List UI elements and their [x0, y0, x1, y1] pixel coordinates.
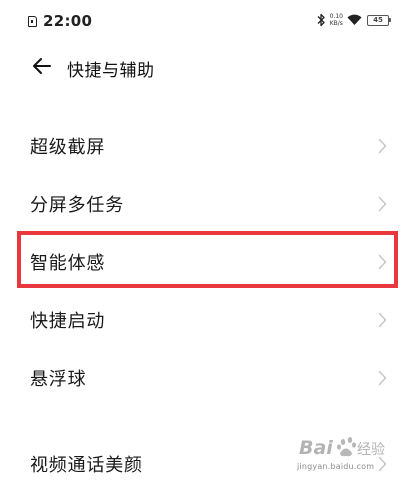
- chevron-right-icon: [378, 312, 387, 328]
- status-right: 0.10 KB/s 45: [316, 13, 391, 27]
- chevron-right-icon: [378, 138, 387, 154]
- list-item-smart-motion[interactable]: 智能体感: [0, 236, 415, 288]
- list-item-floating-ball[interactable]: 悬浮球: [0, 352, 415, 404]
- status-time: 22:00: [43, 12, 93, 30]
- status-left: 22:00: [28, 12, 92, 30]
- list-item-label: 视频通话美颜: [30, 455, 143, 476]
- list-item-quick-launch[interactable]: 快捷启动: [0, 294, 415, 346]
- page-title: 快捷与辅助: [67, 61, 155, 81]
- sim-card-icon: [28, 15, 37, 27]
- network-speed-unit: KB/s: [329, 20, 343, 27]
- chevron-right-icon: [378, 456, 387, 472]
- network-speed-value: 0.10: [329, 13, 343, 20]
- list-item-super-screenshot[interactable]: 超级截屏: [0, 120, 415, 172]
- status-bar: 22:00 0.10 KB/s 45: [0, 0, 415, 44]
- network-speed: 0.10 KB/s: [330, 13, 343, 27]
- chevron-right-icon: [378, 254, 387, 270]
- list-item-label: 智能体感: [30, 253, 106, 274]
- list-item-label: 超级截屏: [30, 137, 106, 158]
- chevron-right-icon: [378, 196, 387, 212]
- battery-icon: 45: [367, 14, 391, 26]
- battery-level: 45: [373, 15, 383, 24]
- wifi-icon: [347, 14, 362, 25]
- header: 快捷与辅助: [0, 44, 415, 90]
- chevron-right-icon: [378, 370, 387, 386]
- list-item-split-screen[interactable]: 分屏多任务: [0, 178, 415, 230]
- back-arrow-icon[interactable]: [30, 54, 54, 78]
- bluetooth-icon: [317, 13, 325, 27]
- list-item-label: 快捷启动: [30, 311, 106, 332]
- list-item-video-call-beauty[interactable]: 视频通话美颜: [0, 438, 415, 490]
- list-item-label: 分屏多任务: [30, 195, 124, 216]
- list-item-label: 悬浮球: [30, 369, 87, 390]
